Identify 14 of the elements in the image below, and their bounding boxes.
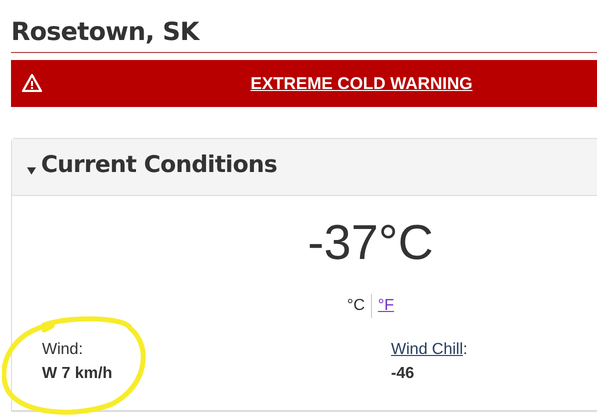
detail-value: W 7 km/h	[42, 364, 114, 384]
temperature: -37°C	[306, 215, 434, 272]
page-title: Rosetown, SK	[11, 14, 597, 53]
section-heading: Current Conditions	[41, 152, 278, 178]
unit-link[interactable]: °F	[378, 297, 394, 315]
detail-link[interactable]: Wind Chill	[391, 341, 464, 358]
unit-label: °C	[346, 297, 365, 315]
alert-link[interactable]: EXTREME COLD WARNING	[250, 74, 472, 94]
disclosure-triangle-icon[interactable]	[27, 167, 36, 175]
colon-text: :	[463, 341, 468, 358]
warning-icon	[22, 74, 42, 92]
detail-value: -46	[391, 364, 416, 384]
panel-header[interactable]: Current Conditions	[12, 139, 597, 196]
detail-label: Wind:	[42, 341, 83, 358]
